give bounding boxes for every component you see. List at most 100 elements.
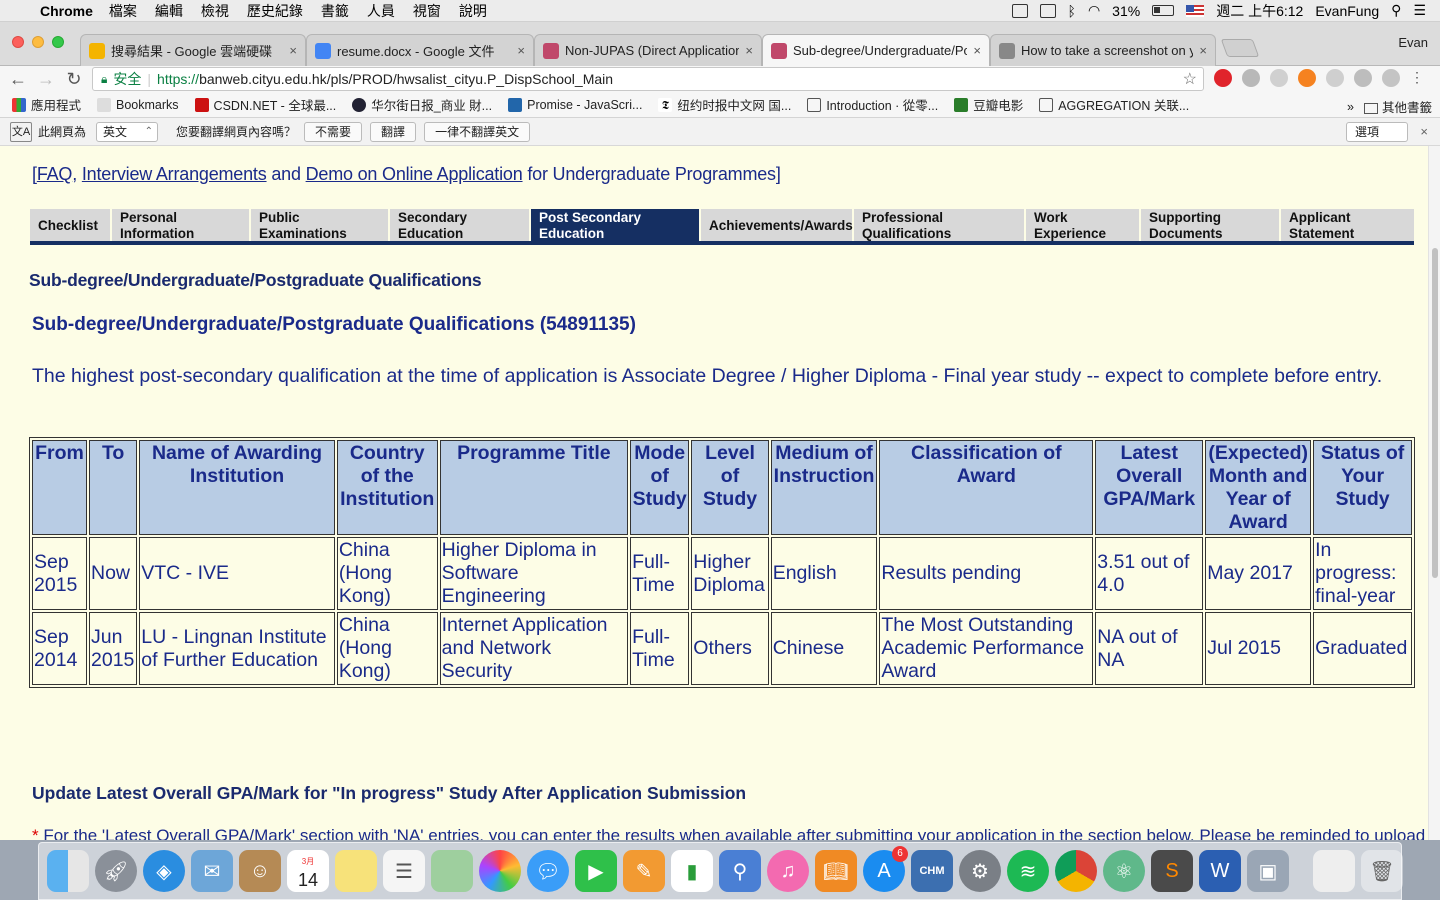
url-text[interactable]: banweb.cityu.edu.hk/pls/PROD/hwsalist_ci… <box>199 71 613 87</box>
downloads-stack-icon[interactable] <box>1313 850 1355 892</box>
menubar-user[interactable]: EvanFung <box>1315 3 1379 19</box>
tab-professional-qualifications[interactable]: Professional Qualifications <box>854 209 1026 241</box>
new-tab-button[interactable] <box>1220 39 1260 57</box>
chm-reader-icon[interactable]: CHM <box>911 850 953 892</box>
bookmarks-overflow-button[interactable]: » <box>1347 100 1354 114</box>
tab-resume-docx[interactable]: resume.docx - Google 文件 × <box>306 34 534 66</box>
atom-icon[interactable]: ⚛ <box>1103 850 1145 892</box>
menu-edit[interactable]: 編輯 <box>155 1 183 21</box>
interview-arrangements-link[interactable]: Interview Arrangements <box>82 164 267 184</box>
demo-online-application-link[interactable]: Demo on Online Application <box>306 164 523 184</box>
source-language-select[interactable]: 英文 <box>96 121 159 142</box>
notification-center-icon[interactable]: ☰ <box>1413 2 1426 19</box>
launchpad-icon[interactable]: 🚀︎ <box>95 850 137 892</box>
system-preferences-icon[interactable]: ⚙ <box>959 850 1001 892</box>
bookmark-item-aggregation[interactable]: AGGREGATION 关联... <box>1039 95 1189 114</box>
notes-icon[interactable] <box>335 850 377 892</box>
lock-icon[interactable]: 🔒︎ <box>101 72 107 87</box>
airplay-icon[interactable] <box>1039 3 1056 18</box>
chrome-icon[interactable] <box>1055 850 1097 892</box>
menu-file[interactable]: 檔案 <box>109 1 137 21</box>
forward-arrow-icon[interactable]: → <box>32 69 60 90</box>
bookmark-apps[interactable]: 應用程式 <box>12 95 81 114</box>
tab-personal-information[interactable]: Personal Information <box>112 209 251 241</box>
menubar-clock[interactable]: 週二 上午6:12 <box>1216 1 1303 21</box>
tab-secondary-education[interactable]: Secondary Education <box>390 209 531 241</box>
minimize-window-button[interactable] <box>32 36 44 48</box>
menu-bookmarks[interactable]: 書籤 <box>321 1 349 21</box>
menu-people[interactable]: 人員 <box>367 1 395 21</box>
itunes-icon[interactable]: ♫ <box>767 850 809 892</box>
preview-icon[interactable] <box>431 850 473 892</box>
shield-extension-icon[interactable] <box>1242 69 1260 87</box>
hexagon-extension-icon[interactable] <box>1270 69 1288 87</box>
tab-checklist[interactable]: Checklist <box>30 209 112 241</box>
keynote-icon[interactable]: ⚲ <box>719 850 761 892</box>
image-capture-icon[interactable]: ▣ <box>1247 850 1289 892</box>
scrollbar-thumb[interactable] <box>1432 248 1438 578</box>
bookmark-item-douban[interactable]: 豆瓣电影 <box>954 95 1023 114</box>
close-tab-icon[interactable]: × <box>973 43 981 58</box>
url-scheme[interactable]: https:// <box>157 71 199 87</box>
tab-drive-search[interactable]: 搜尋結果 - Google 雲端硬碟 × <box>80 34 306 66</box>
bookmark-item-introduction[interactable]: Introduction · 從零... <box>807 95 938 114</box>
bookmark-item-wsj[interactable]: 华尔街日报_商业 財... <box>352 95 492 114</box>
translate-options-select[interactable]: 選項 <box>1346 122 1408 142</box>
calendar-icon[interactable]: 3月 14 <box>287 850 329 892</box>
numbers-icon[interactable]: ▮ <box>671 850 713 892</box>
tab-sub-degree[interactable]: Sub-degree/Undergraduate/Po × <box>762 34 990 66</box>
battery-icon[interactable] <box>1152 5 1175 16</box>
finder-icon[interactable] <box>47 850 89 892</box>
profile-button[interactable]: Evan <box>1398 35 1428 50</box>
pages-icon[interactable]: ✎ <box>623 850 665 892</box>
secure-label[interactable]: 安全 <box>113 69 141 89</box>
bookmark-item-promise[interactable]: Promise - JavaScri... <box>508 97 642 112</box>
close-tab-icon[interactable]: × <box>1199 43 1207 58</box>
menu-help[interactable]: 說明 <box>459 1 487 21</box>
grey-extension-icon[interactable] <box>1382 69 1400 87</box>
tab-screenshot-howto[interactable]: How to take a screenshot on y × <box>990 34 1216 66</box>
tab-non-jupas[interactable]: Non-JUPAS (Direct Application × <box>534 34 762 66</box>
contacts-icon[interactable]: ☺ <box>239 850 281 892</box>
back-arrow-icon[interactable]: ← <box>4 69 32 90</box>
trash-icon[interactable]: 🗑︎ <box>1361 850 1403 892</box>
word-icon[interactable]: W <box>1199 850 1241 892</box>
never-translate-button[interactable]: 一律不翻譯英文 <box>424 121 531 142</box>
tab-supporting-documents[interactable]: Supporting Documents <box>1141 209 1281 241</box>
mail-icon[interactable]: ✉ <box>191 850 233 892</box>
close-window-button[interactable] <box>12 36 24 48</box>
puzzle-extension-icon[interactable] <box>1354 69 1372 87</box>
address-bar[interactable]: 🔒︎ 安全 | https:// banweb.cityu.edu.hk/pls… <box>92 67 1204 91</box>
facetime-icon[interactable]: ▶ <box>575 850 617 892</box>
page-scrollbar[interactable] <box>1428 146 1440 840</box>
photos-icon[interactable] <box>479 850 521 892</box>
menu-window[interactable]: 視窗 <box>413 1 441 21</box>
no-thanks-button[interactable]: 不需要 <box>304 121 363 142</box>
tab-public-examinations[interactable]: Public Examinations <box>251 209 390 241</box>
opera-extension-icon[interactable] <box>1214 69 1232 87</box>
faq-link[interactable]: FAQ <box>37 164 73 184</box>
close-tab-icon[interactable]: × <box>289 43 297 58</box>
other-bookmarks-folder[interactable]: 其他書籤 <box>1363 97 1432 116</box>
tab-work-experience[interactable]: Work Experience <box>1026 209 1141 241</box>
menu-view[interactable]: 檢視 <box>201 1 229 21</box>
translate-button[interactable]: 翻譯 <box>370 121 417 142</box>
tab-post-secondary-education[interactable]: Post Secondary Education <box>531 209 701 241</box>
safari-icon[interactable]: ◈ <box>143 850 185 892</box>
orange-extension-icon[interactable] <box>1298 69 1316 87</box>
bookmark-item-nytimes[interactable]: 𝕿 纽约时报中文网 国... <box>658 95 791 114</box>
zoom-window-button[interactable] <box>52 36 64 48</box>
cloud-extension-icon[interactable] <box>1326 69 1344 87</box>
bookmark-item-bookmarks[interactable]: Bookmarks <box>97 97 179 112</box>
reminders-icon[interactable]: ☰ <box>383 850 425 892</box>
ibooks-icon[interactable]: 📖︎ <box>815 850 857 892</box>
bookmark-item-csdn[interactable]: CSDN.NET - 全球最... <box>194 95 336 114</box>
menu-app-name[interactable]: Chrome <box>40 3 93 19</box>
sublime-text-icon[interactable]: S <box>1151 850 1193 892</box>
tab-applicant-statement[interactable]: Applicant Statement <box>1281 209 1414 241</box>
wifi-icon[interactable]: ◠ <box>1088 2 1100 19</box>
bluetooth-icon[interactable]: ᛒ <box>1068 3 1076 19</box>
close-icon[interactable]: × <box>1420 124 1428 139</box>
reload-icon[interactable]: ↻ <box>60 69 88 90</box>
screen-mirror-icon[interactable] <box>1011 3 1028 18</box>
